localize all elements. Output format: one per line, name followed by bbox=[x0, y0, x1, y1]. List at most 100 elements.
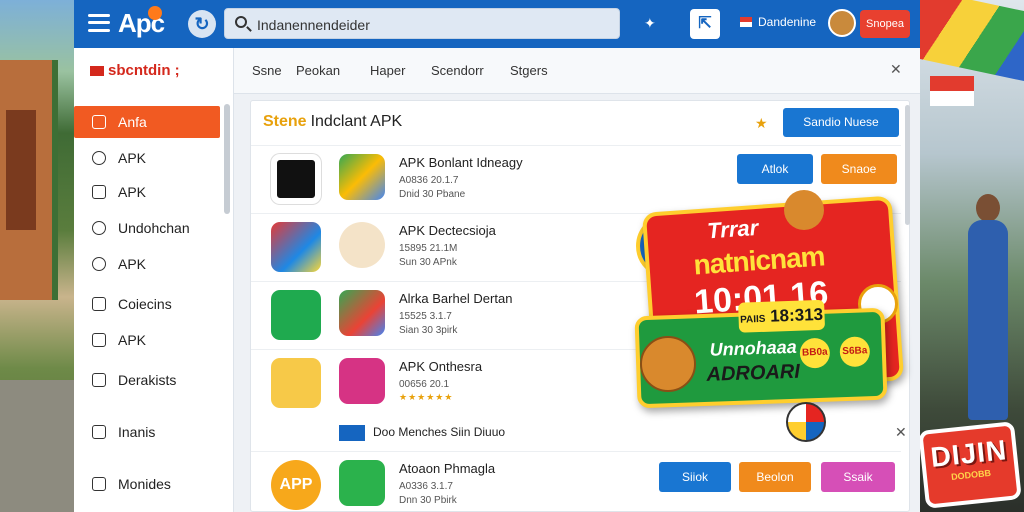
road bbox=[0, 380, 74, 512]
user-name[interactable]: Dandenine bbox=[758, 15, 816, 29]
app-version: A0336 3.1.7 bbox=[399, 481, 453, 492]
app-size: Sun 30 APnk bbox=[399, 257, 457, 268]
app-icon-secondary bbox=[339, 358, 385, 404]
doc-icon bbox=[92, 477, 106, 491]
promo-time-prefix: PAIIS bbox=[739, 313, 766, 326]
notice-flag-icon bbox=[339, 425, 365, 441]
promo-circle-2: S6Ba bbox=[839, 336, 871, 368]
sidebar-item-apk-2[interactable]: APK bbox=[74, 176, 220, 208]
sidebar-scrollbar[interactable] bbox=[224, 104, 230, 214]
app-size: Dnid 30 Pbane bbox=[399, 189, 466, 200]
play-store-icon bbox=[339, 290, 385, 336]
person-head bbox=[976, 194, 1000, 222]
avatar[interactable] bbox=[828, 9, 856, 37]
app-name: Alrka Barhel Dertan bbox=[399, 291, 513, 306]
sidebar-item-apk-3[interactable]: APK bbox=[74, 248, 220, 280]
sidebar-item-monides[interactable]: Monides bbox=[74, 468, 220, 500]
home-icon bbox=[92, 333, 106, 347]
panel-title: Stene Indclant APK bbox=[263, 113, 402, 131]
sidebar-item-label: Monides bbox=[118, 476, 171, 492]
signup-button[interactable]: Snopea bbox=[860, 10, 910, 38]
sidebar-item-inanis[interactable]: Inanis bbox=[74, 416, 220, 448]
list-item[interactable]: APP Atoaon Phmagla A0336 3.1.7 Dnn 30 Pb… bbox=[251, 451, 901, 512]
sidebar-item-label: APK bbox=[118, 256, 147, 272]
app-icon-primary bbox=[271, 154, 321, 204]
person-figure bbox=[968, 220, 1008, 420]
grid-icon bbox=[92, 115, 106, 129]
sidebar-item-coiecins[interactable]: Coiecins bbox=[74, 288, 220, 320]
brand-mark-icon bbox=[90, 66, 104, 77]
panel-title-text: Indclant APK bbox=[310, 113, 403, 130]
tab-stgers[interactable]: Stgers bbox=[510, 63, 548, 78]
sidebar-item-label: Derakists bbox=[118, 372, 177, 388]
panel-title-tag: Stene bbox=[263, 113, 307, 130]
app-icon-primary bbox=[271, 358, 321, 408]
search-text: Indanennendeider bbox=[257, 17, 370, 33]
app-version: 00656 20.1 bbox=[399, 379, 450, 390]
sidebar-item-label: Undohchan bbox=[118, 220, 190, 236]
app-name: Atoaon Phmagla bbox=[399, 461, 496, 476]
tab-scendorr[interactable]: Scendorr bbox=[431, 63, 484, 78]
sidebar-item-label: APK bbox=[118, 184, 147, 200]
send-button[interactable]: Siiok bbox=[659, 462, 731, 492]
attack-button[interactable]: Atlok bbox=[737, 154, 813, 184]
sidebar-item-anfa[interactable]: Anfa bbox=[74, 106, 220, 138]
share-row-button[interactable]: Snaoe bbox=[821, 154, 897, 184]
top-bar: Apc ↻ Indanennendeider ✦ ⇱ Dandenine Sno… bbox=[74, 0, 920, 48]
chat-button[interactable]: Ssaik bbox=[821, 462, 895, 492]
refresh-button[interactable]: ↻ bbox=[188, 10, 216, 38]
table-icon bbox=[92, 425, 106, 439]
app-name: APK Onthesra bbox=[399, 359, 483, 374]
share-button[interactable]: ⇱ bbox=[690, 9, 720, 39]
app-icon-primary: APP bbox=[271, 460, 321, 510]
tab-peokan[interactable]: Peokan bbox=[296, 63, 340, 78]
app-name: APK Dectecsioja bbox=[399, 223, 496, 238]
sidebar-item-apk-4[interactable]: APK bbox=[74, 324, 220, 356]
sidebar-item-label: Coiecins bbox=[118, 296, 172, 312]
cat-mascot-icon bbox=[784, 190, 824, 230]
app-size: Dnn 30 Pbirk bbox=[399, 495, 457, 506]
promo-circle-1: BB0a bbox=[799, 337, 831, 369]
notice-text: Doo Menches Siin Diuuo bbox=[373, 425, 506, 439]
logo-badge-icon bbox=[148, 6, 162, 20]
shield-icon bbox=[92, 221, 106, 235]
indonesia-flag bbox=[930, 76, 974, 106]
sidebar-item-apk-1[interactable]: APK bbox=[74, 142, 220, 174]
clock-icon bbox=[92, 151, 106, 165]
app-icon-primary bbox=[271, 290, 321, 340]
app-name: APK Bonlant Idneagy bbox=[399, 155, 523, 170]
house-door bbox=[6, 110, 36, 230]
panel-action-button[interactable]: Sandio Nuese bbox=[783, 108, 899, 137]
close-icon[interactable]: ✕ bbox=[890, 61, 902, 78]
refresh-icon bbox=[92, 257, 106, 271]
brand-suffix: ; bbox=[174, 62, 180, 79]
tab-ssne[interactable]: Ssne bbox=[252, 63, 282, 78]
hamburger-menu-icon[interactable] bbox=[88, 12, 110, 34]
location-button[interactable]: Beolon bbox=[739, 462, 811, 492]
star-icon[interactable]: ★ bbox=[755, 115, 768, 132]
promo-time-pill: PAIIS 18:313 bbox=[738, 299, 826, 333]
close-icon[interactable]: ✕ bbox=[895, 424, 907, 441]
list-icon bbox=[92, 373, 106, 387]
sidebar-brand[interactable]: sbcntdin ; bbox=[90, 62, 180, 79]
app-version: 15525 3.1.7 bbox=[399, 311, 452, 322]
tab-haper[interactable]: Haper bbox=[370, 63, 405, 78]
search-icon bbox=[235, 16, 247, 28]
sidebar-item-derakists[interactable]: Derakists bbox=[74, 364, 220, 396]
search-input[interactable]: Indanennendeider bbox=[224, 8, 620, 39]
app-version: A0836 20.1.7 bbox=[399, 175, 459, 186]
sparkle-icon[interactable]: ✦ bbox=[644, 15, 656, 32]
sidebar-item-label: Anfa bbox=[118, 114, 147, 130]
sidebar-item-label: Inanis bbox=[118, 424, 156, 440]
promo-word-2: ADROARI bbox=[706, 360, 801, 386]
box-icon bbox=[92, 297, 106, 311]
mascot-icon bbox=[339, 222, 385, 268]
home-icon bbox=[92, 185, 106, 199]
app-icon-primary bbox=[271, 222, 321, 272]
rating-stars: ★★★★★★ bbox=[399, 392, 454, 402]
promo-time: 18:313 bbox=[769, 304, 824, 326]
panel-scrollbar[interactable] bbox=[905, 105, 910, 225]
brand-text: sbcntdin bbox=[108, 62, 171, 79]
corner-sticker: DIJIN DODOBB bbox=[918, 421, 1022, 509]
sidebar-item-undohchan[interactable]: Undohchan bbox=[74, 212, 220, 244]
